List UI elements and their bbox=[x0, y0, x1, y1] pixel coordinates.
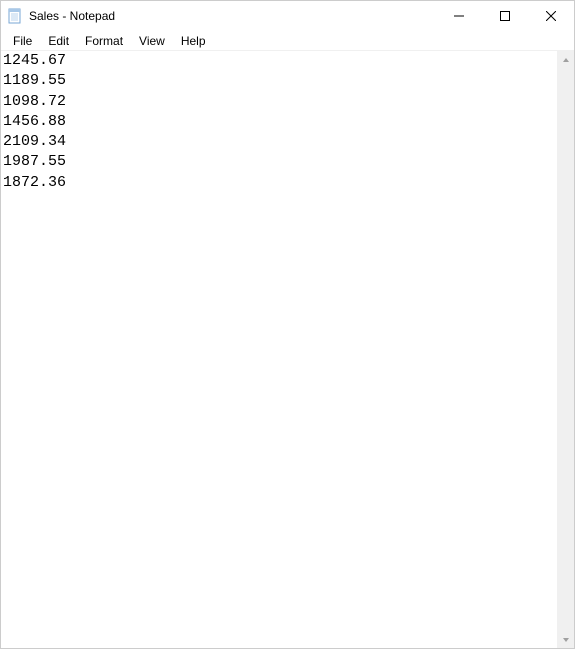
notepad-icon bbox=[7, 8, 23, 24]
scroll-up-button[interactable] bbox=[557, 51, 574, 68]
menu-format[interactable]: Format bbox=[77, 32, 131, 50]
scroll-down-button[interactable] bbox=[557, 631, 574, 648]
maximize-button[interactable] bbox=[482, 1, 528, 31]
window-controls bbox=[436, 1, 574, 31]
vertical-scrollbar[interactable] bbox=[557, 51, 574, 648]
scroll-track[interactable] bbox=[557, 68, 574, 631]
menu-view[interactable]: View bbox=[131, 32, 173, 50]
window-title: Sales - Notepad bbox=[29, 9, 115, 23]
menu-help[interactable]: Help bbox=[173, 32, 214, 50]
content-area: 1245.67 1189.55 1098.72 1456.88 2109.34 … bbox=[1, 51, 574, 648]
menu-file[interactable]: File bbox=[5, 32, 40, 50]
close-button[interactable] bbox=[528, 1, 574, 31]
text-editor[interactable]: 1245.67 1189.55 1098.72 1456.88 2109.34 … bbox=[1, 51, 557, 648]
menu-edit[interactable]: Edit bbox=[40, 32, 77, 50]
titlebar: Sales - Notepad bbox=[1, 1, 574, 31]
minimize-button[interactable] bbox=[436, 1, 482, 31]
menubar: File Edit Format View Help bbox=[1, 31, 574, 51]
